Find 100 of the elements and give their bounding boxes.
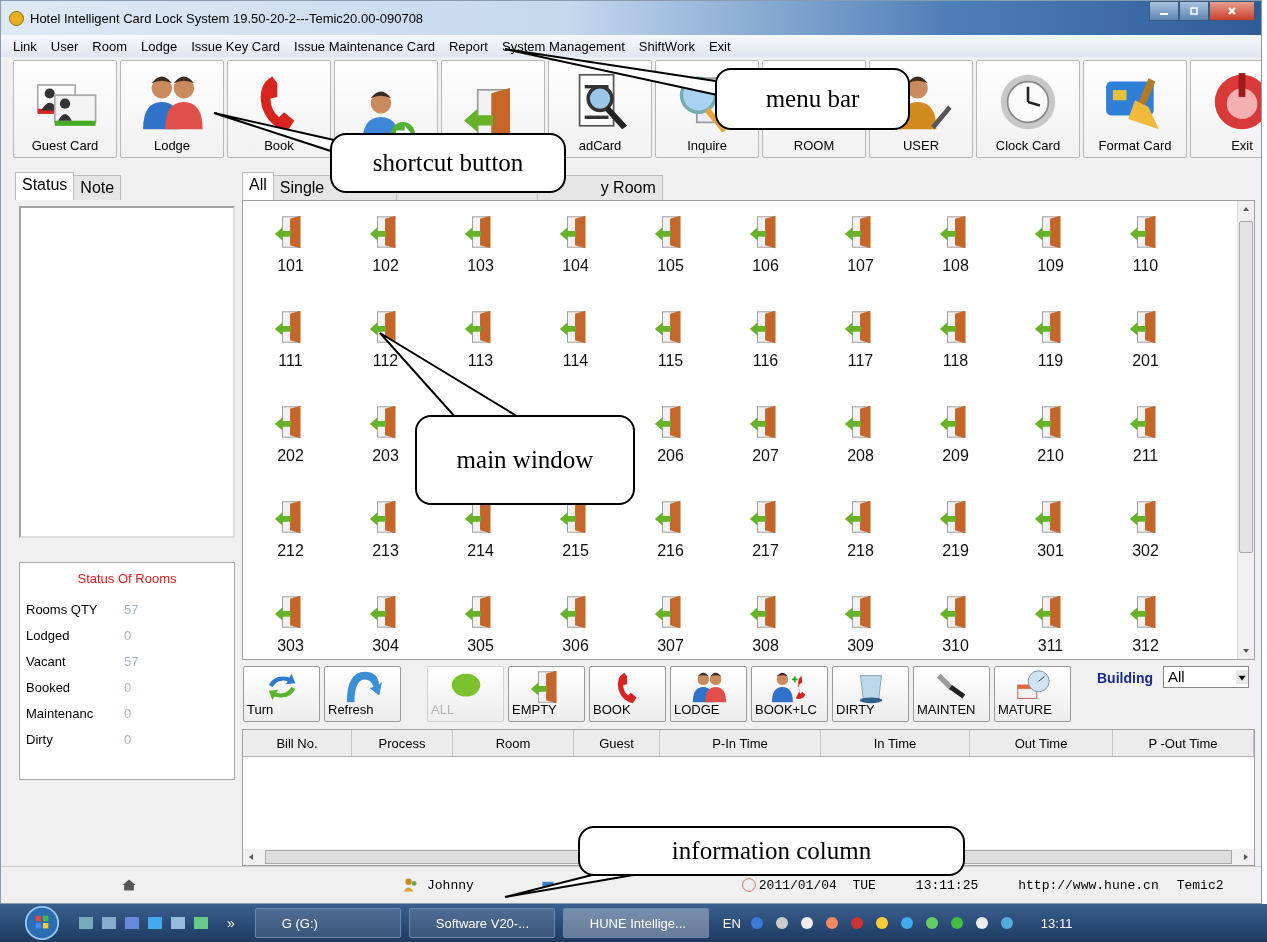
room-number[interactable]: 307 <box>657 636 684 655</box>
room-number[interactable]: 114 <box>562 351 589 370</box>
room-number[interactable]: 311 <box>1037 636 1064 655</box>
room-number[interactable]: 212 <box>277 541 304 560</box>
filter-button[interactable]: Turn <box>243 666 320 723</box>
menu-item[interactable]: Link <box>13 38 37 54</box>
room-number[interactable]: 210 <box>1037 446 1064 465</box>
panel-tab[interactable]: Status <box>15 172 75 200</box>
room-number[interactable]: 308 <box>752 636 779 655</box>
filter-button[interactable]: MAINTEN <box>913 666 990 723</box>
room-number[interactable]: 106 <box>752 256 779 275</box>
quick-launch-icon[interactable] <box>170 915 186 931</box>
room-number[interactable]: 207 <box>752 446 779 465</box>
room-number[interactable]: 101 <box>277 256 304 275</box>
menu-item[interactable]: Issue Key Card <box>191 38 281 54</box>
room-number[interactable]: 211 <box>1132 446 1159 465</box>
room-number[interactable]: 109 <box>1037 256 1064 275</box>
toolbar-button[interactable]: Exit <box>1190 60 1261 158</box>
tray-icon[interactable] <box>823 915 840 931</box>
room-number[interactable]: 218 <box>847 541 874 560</box>
room-number[interactable]: 110 <box>1132 256 1159 275</box>
room-number[interactable]: 113 <box>467 351 494 370</box>
tray-icon[interactable] <box>773 915 790 931</box>
building-dropdown[interactable]: All <box>1163 665 1249 688</box>
taskbar-button[interactable]: G (G:) <box>254 908 401 938</box>
toolbar-button[interactable]: Guest Card <box>13 60 117 158</box>
room-filter-tab[interactable]: All <box>242 171 274 200</box>
room-number[interactable]: 203 <box>372 446 399 465</box>
room-number[interactable]: 206 <box>657 446 684 465</box>
quick-launch-icon[interactable] <box>101 915 117 931</box>
language-indicator[interactable]: EN <box>722 915 741 931</box>
room-number[interactable]: 118 <box>942 351 969 370</box>
column-header[interactable]: Out Time <box>970 730 1113 757</box>
room-number[interactable]: 116 <box>752 351 779 370</box>
tray-icon[interactable] <box>998 915 1015 931</box>
filter-button[interactable]: DIRTY <box>832 666 909 723</box>
menu-item[interactable]: Room <box>92 38 127 54</box>
room-number[interactable]: 202 <box>277 446 304 465</box>
tray-icon[interactable] <box>948 915 965 931</box>
menu-item[interactable]: User <box>50 38 79 54</box>
close-button[interactable] <box>1209 1 1255 21</box>
room-number[interactable]: 309 <box>847 636 874 655</box>
column-header[interactable]: Bill No. <box>243 730 352 757</box>
overflow-chevron[interactable]: » <box>227 915 235 931</box>
room-number[interactable]: 102 <box>372 256 399 275</box>
tray-icon[interactable] <box>873 915 890 931</box>
quick-launch-icon[interactable] <box>78 915 94 931</box>
menu-item[interactable]: ShiftWork <box>638 38 695 54</box>
quick-launch-icon[interactable] <box>124 915 140 931</box>
room-number[interactable]: 219 <box>942 541 969 560</box>
start-button[interactable] <box>24 905 60 941</box>
room-number[interactable]: 304 <box>372 636 399 655</box>
room-number[interactable]: 201 <box>1132 351 1159 370</box>
room-number[interactable]: 208 <box>847 446 874 465</box>
menu-item[interactable]: System Management <box>502 38 625 54</box>
filter-button[interactable]: BOOK+LC <box>751 666 828 723</box>
room-number[interactable]: 105 <box>657 256 684 275</box>
room-number[interactable]: 115 <box>657 351 684 370</box>
filter-button[interactable]: EMPTY <box>508 666 585 723</box>
menu-item[interactable]: Exit <box>708 38 731 54</box>
vertical-scrollbar[interactable] <box>1237 200 1254 659</box>
tray-icon[interactable] <box>798 915 815 931</box>
room-number[interactable]: 107 <box>847 256 874 275</box>
filter-button[interactable]: BOOK <box>589 666 666 723</box>
maximize-button[interactable] <box>1179 1 1209 21</box>
room-number[interactable]: 310 <box>942 636 969 655</box>
filter-button[interactable]: Refresh <box>324 666 401 723</box>
filter-button[interactable]: MATURE <box>994 666 1071 723</box>
room-number[interactable]: 103 <box>467 256 494 275</box>
room-number[interactable]: 209 <box>942 446 969 465</box>
toolbar-button[interactable]: Clock Card <box>976 60 1080 158</box>
room-number[interactable]: 306 <box>562 636 589 655</box>
column-header[interactable]: In Time <box>821 730 970 757</box>
room-number[interactable]: 213 <box>372 541 399 560</box>
column-header[interactable]: Room <box>453 730 574 757</box>
toolbar-button[interactable]: Format Card <box>1083 60 1187 158</box>
minimize-button[interactable] <box>1149 1 1179 21</box>
room-number[interactable]: 302 <box>1132 541 1159 560</box>
room-number[interactable]: 303 <box>277 636 304 655</box>
quick-launch-icon[interactable] <box>193 915 209 931</box>
menu-item[interactable]: Lodge <box>141 38 178 54</box>
menu-item[interactable]: Report <box>448 38 488 54</box>
tray-icon[interactable] <box>973 915 990 931</box>
room-number[interactable]: 216 <box>657 541 684 560</box>
taskbar-button[interactable]: HUNE Intellige... <box>562 908 709 938</box>
tray-icon[interactable] <box>923 915 940 931</box>
column-header[interactable]: Guest <box>574 730 660 757</box>
filter-button[interactable]: LODGE <box>670 666 747 723</box>
column-header[interactable]: P-In Time <box>660 730 821 757</box>
quick-launch-icon[interactable] <box>147 915 163 931</box>
tray-icon[interactable] <box>898 915 915 931</box>
room-number[interactable]: 301 <box>1037 541 1064 560</box>
room-number[interactable]: 217 <box>752 541 779 560</box>
room-number[interactable]: 119 <box>1037 351 1064 370</box>
room-number[interactable]: 117 <box>847 351 874 370</box>
room-number[interactable]: 305 <box>467 636 494 655</box>
room-number[interactable]: 104 <box>562 256 589 275</box>
column-header[interactable]: P -Out Time <box>1113 730 1254 757</box>
room-number[interactable]: 111 <box>278 351 303 370</box>
room-number[interactable]: 215 <box>562 541 589 560</box>
